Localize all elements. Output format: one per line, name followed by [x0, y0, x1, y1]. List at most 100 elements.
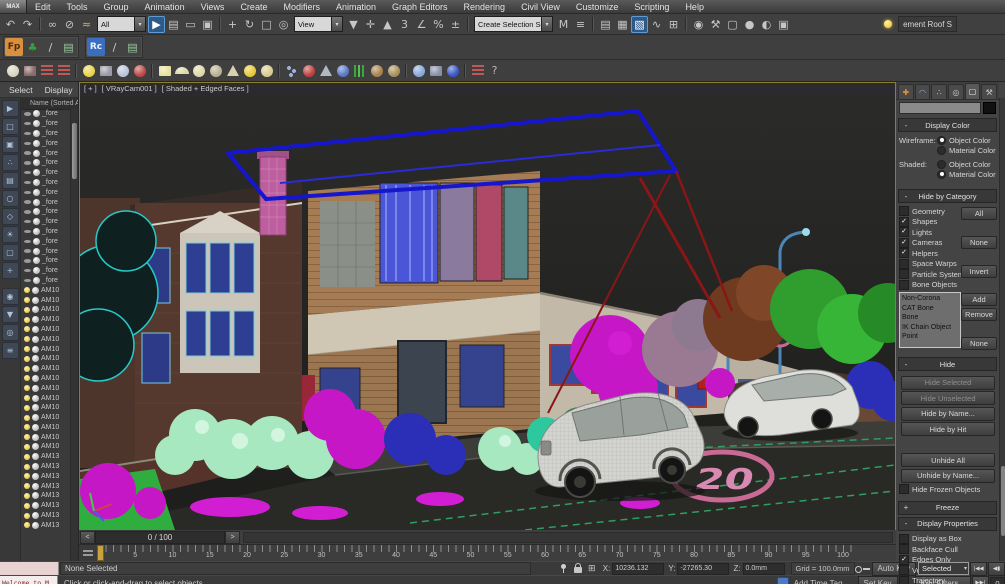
undo-button[interactable]: ↶	[2, 16, 19, 33]
selection-lock-icon[interactable]	[571, 563, 585, 575]
explorer-row[interactable]: _fore	[21, 197, 71, 207]
utilities-tab[interactable]: ⚒	[981, 84, 998, 99]
select-by-name-button[interactable]: ▤	[165, 16, 182, 33]
explorer-row[interactable]: _fore	[21, 217, 71, 227]
explorer-lights-icon[interactable]: ☀	[1, 226, 19, 243]
list-item[interactable]: CAT Bone	[902, 304, 958, 314]
rectangular-selection-region-button[interactable]: ▭	[182, 16, 199, 33]
viewport-camera-menu[interactable]: [ VRayCam001 ]	[102, 84, 157, 93]
vray-ies-light-button[interactable]	[224, 62, 241, 79]
none-button[interactable]: None	[961, 337, 997, 350]
menu-help[interactable]: Help	[677, 0, 712, 13]
radio-wireframe-material-color[interactable]: Material Color	[937, 145, 996, 155]
hide-by-hit-button[interactable]: Hide by Hit	[901, 422, 995, 436]
vray-light-lister-button[interactable]	[80, 62, 97, 79]
max-logo-button[interactable]: MAX	[0, 0, 27, 13]
vray-frame-buffer-button[interactable]	[21, 62, 38, 79]
explorer-row[interactable]: _fore	[21, 227, 71, 237]
explorer-row[interactable]: AM13	[21, 511, 71, 521]
select-and-rotate-button[interactable]: ↻	[241, 16, 258, 33]
layer-manager-button[interactable]: ▤	[597, 16, 614, 33]
checkbox-space-warps[interactable]: Space Warps	[899, 258, 961, 270]
add-time-tag[interactable]: Add Time Tag	[794, 579, 843, 584]
category-exclusion-list[interactable]: Non-Corona CAT Bone Bone IK Chain Object Poi…	[899, 292, 961, 348]
checkbox-cameras[interactable]: ✓ Cameras	[899, 237, 961, 249]
railclone-list-icon[interactable]: ▤	[124, 39, 141, 56]
unlink-selection-button[interactable]: ⊘	[61, 16, 78, 33]
schematic-view-button[interactable]: ⊞	[665, 16, 682, 33]
x-coordinate-field[interactable]: 10236.132	[612, 562, 665, 575]
checkbox-lights[interactable]: ✓ Lights	[899, 227, 961, 238]
set-key-button[interactable]: Set Key	[857, 576, 898, 584]
explorer-row[interactable]: _fore	[21, 138, 71, 148]
explorer-row[interactable]: _fore	[21, 178, 71, 188]
explorer-row[interactable]: AM13	[21, 462, 71, 472]
hide-selected-button[interactable]: Hide Selected	[901, 375, 995, 390]
explorer-menu-select[interactable]: Select	[4, 85, 38, 95]
hierarchy-tab[interactable]: ∴	[931, 84, 948, 99]
hide-by-category-rollout[interactable]: - Hide by Category	[898, 189, 997, 203]
menu-views[interactable]: Views	[193, 0, 233, 13]
checkbox-display-as-box[interactable]: Display as Box	[899, 533, 997, 545]
vray-night-button[interactable]	[114, 62, 131, 79]
explorer-row[interactable]: AM10	[21, 334, 71, 344]
mirror-placement-button[interactable]: ▼	[345, 16, 362, 33]
explorer-scrollbar[interactable]	[70, 109, 78, 561]
explorer-row[interactable]: _fore	[21, 187, 71, 197]
vray-scatter-button[interactable]	[283, 62, 300, 79]
explorer-row[interactable]: AM10	[21, 285, 71, 295]
list-item[interactable]: Non-Corona	[902, 294, 958, 304]
menu-civil-view[interactable]: Civil View	[513, 0, 568, 13]
menu-tools[interactable]: Tools	[59, 0, 96, 13]
explorer-frame-icon[interactable]: □	[1, 118, 19, 135]
forest-pack-icon[interactable]: Fp	[5, 38, 23, 56]
list-item[interactable]: IK Chain Object	[902, 323, 958, 333]
viewport-general-menu[interactable]: [ + ]	[84, 84, 97, 93]
explorer-menu-display[interactable]: Display	[40, 85, 78, 95]
named-selection-sets-dropdown[interactable]: Create Selection Se ▾	[474, 16, 553, 32]
y-coordinate-field[interactable]: -27265.30	[677, 562, 730, 575]
explorer-row[interactable]: AM13	[21, 452, 71, 462]
explorer-geometry-icon[interactable]: ○	[1, 190, 19, 207]
explorer-row[interactable]: AM10	[21, 393, 71, 403]
checkbox-shapes[interactable]: ✓ Shapes	[899, 216, 961, 228]
explorer-helpers-icon[interactable]: +	[1, 262, 19, 279]
radio-wireframe-object-color[interactable]: Object Color	[937, 135, 996, 145]
vray-scene-list-button[interactable]	[55, 62, 72, 79]
checkbox-backface-cull[interactable]: Backface Cull	[899, 544, 997, 555]
vray-camera-button[interactable]	[97, 62, 114, 79]
viewport[interactable]: 20 20	[79, 82, 896, 531]
vray-render-button[interactable]	[4, 62, 21, 79]
select-and-link-button[interactable]: ∞	[44, 16, 61, 33]
reference-coordinate-dropdown[interactable]: View ▾	[294, 16, 343, 32]
explorer-row[interactable]: AM13	[21, 520, 71, 530]
vray-clipper-button[interactable]	[385, 62, 402, 79]
rendered-frame-window-button[interactable]: ▢	[724, 16, 741, 33]
vray-infinite-plane-button[interactable]	[317, 62, 334, 79]
explorer-row[interactable]: _fore	[21, 276, 71, 286]
explorer-find-icon[interactable]: ◎	[1, 324, 19, 341]
list-item[interactable]: Bone	[902, 313, 958, 323]
forest-trees-icon[interactable]: ♣	[24, 39, 41, 56]
isolate-selection-icon[interactable]	[776, 577, 790, 584]
explorer-row[interactable]: _fore	[21, 148, 71, 158]
list-item[interactable]: Point	[902, 332, 958, 342]
explorer-row[interactable]: AM10	[21, 364, 71, 374]
explorer-shapes-icon[interactable]: ◇	[1, 208, 19, 225]
explorer-row[interactable]: AM13	[21, 471, 71, 481]
previous-frame-arrow[interactable]: <	[80, 530, 95, 544]
hide-rollout[interactable]: - Hide	[898, 357, 997, 371]
render-last-button[interactable]: ▣	[775, 16, 792, 33]
explorer-row[interactable]: AM13	[21, 491, 71, 501]
time-slider-track[interactable]	[243, 531, 893, 543]
explorer-row[interactable]: _fore	[21, 207, 71, 217]
railclone-tools-icon[interactable]: /	[106, 39, 123, 56]
explorer-row[interactable]: AM10	[21, 325, 71, 335]
modify-tab[interactable]: ◠	[914, 84, 931, 99]
render-production-button[interactable]: ●	[741, 16, 758, 33]
radio-shaded-object-color[interactable]: Object Color	[937, 159, 996, 169]
menu-graph-editors[interactable]: Graph Editors	[384, 0, 456, 13]
selection-filter-dropdown[interactable]: All ▾	[97, 16, 146, 32]
vray-fur-gear-button[interactable]	[334, 62, 351, 79]
vray-sphere-light-button[interactable]	[190, 62, 207, 79]
